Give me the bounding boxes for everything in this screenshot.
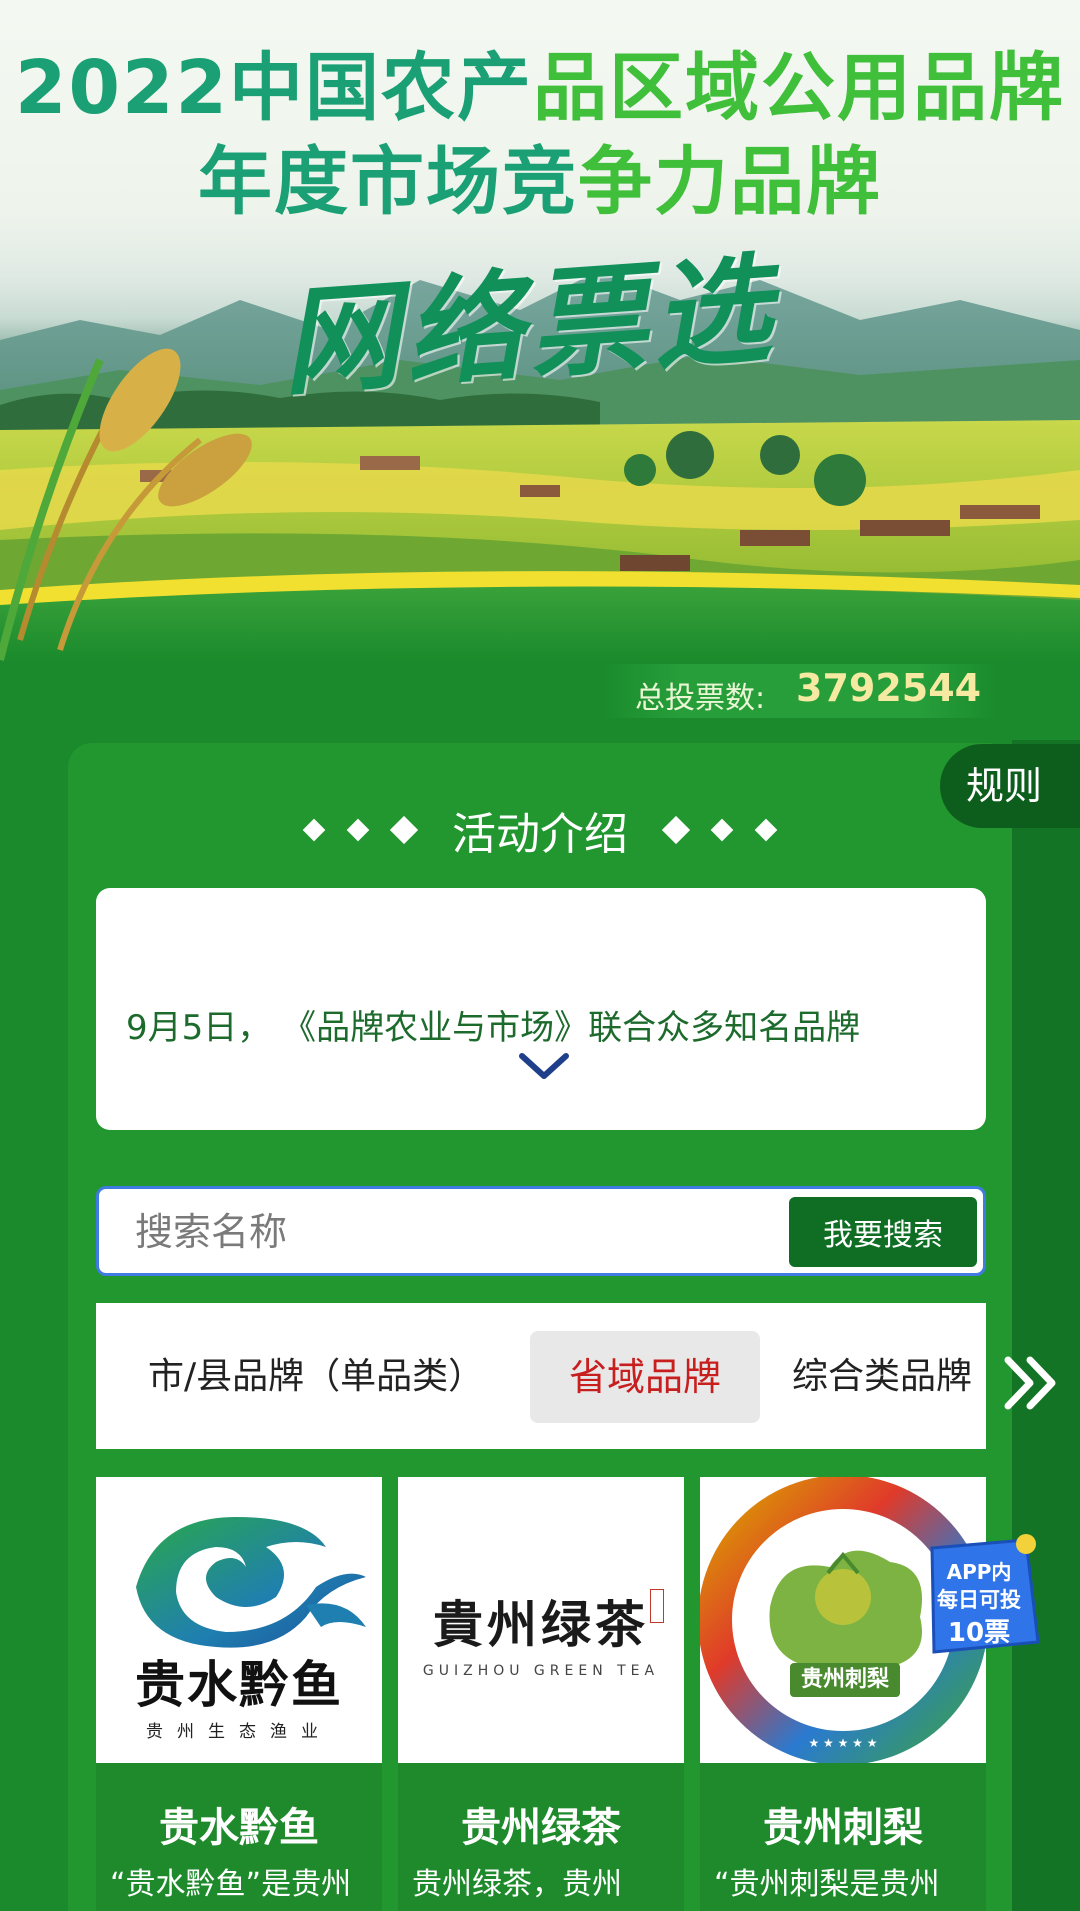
total-votes-label: 总投票数: (635, 681, 766, 716)
intro-heading-text: 活动介绍 (452, 809, 628, 860)
search-bar: 我要搜索 (96, 1186, 986, 1276)
diamond-icon (710, 818, 734, 842)
brand-name: 贵州绿茶 (461, 1805, 621, 1851)
badge-line2: 每日可投 (937, 1588, 1021, 1612)
seal-icon (650, 1589, 664, 1623)
diamond-icon (346, 818, 370, 842)
brand-card[interactable]: 贵水黔鱼 贵州生态渔业 贵水黔鱼 “贵水黔鱼”是贵州 (96, 1477, 382, 1911)
brand-description: “贵州刺梨是贵州 (714, 1867, 940, 1902)
double-chevron-right-icon[interactable] (1000, 1350, 1066, 1416)
diamond-icon (389, 815, 419, 845)
chevron-down-icon[interactable] (516, 1048, 572, 1084)
brand-card[interactable]: 貴州绿茶 GUIZHOU GREEN TEA 贵州绿茶 贵州绿茶，贵州 (398, 1477, 684, 1911)
intro-card: 9月5日， 《品牌农业与市场》联合众多知名品牌 (96, 888, 986, 1130)
banner-title-line2: 年度市场竞争力品牌 (198, 139, 882, 225)
logo-text: 贵水黔鱼 (135, 1656, 343, 1714)
logo-text: 貴州绿茶 (433, 1595, 649, 1654)
svg-text:★ ★ ★ ★ ★: ★ ★ ★ ★ ★ (808, 1736, 877, 1750)
app-vote-badge[interactable]: APP内 每日可投 10票 (914, 1530, 1044, 1660)
brand-logo-guizhou-green-tea: 貴州绿茶 GUIZHOU GREEN TEA (398, 1477, 684, 1763)
brand-description: “贵水黔鱼”是贵州 (110, 1867, 352, 1902)
banner-title-line1: 2022中国农产品区域公用品牌 (15, 45, 1065, 131)
brand-description: 贵州绿茶，贵州 (412, 1867, 622, 1902)
search-input[interactable] (135, 1207, 675, 1257)
banner: 2022中国农产品区域公用品牌 年度市场竞争力品牌 网络票选 (0, 0, 1080, 662)
brand-name: 贵水黔鱼 (159, 1805, 319, 1851)
diamond-icon (754, 818, 778, 842)
category-tabs: 市/县品牌（单品类） 省域品牌 综合类品牌 (96, 1303, 986, 1449)
badge-line1: APP内 (946, 1560, 1012, 1584)
brand-name: 贵州刺梨 (763, 1805, 923, 1851)
intro-text: 9月5日， 《品牌农业与市场》联合众多知名品牌 (126, 1008, 861, 1048)
diamond-icon (302, 818, 326, 842)
logo-text: 贵州刺梨 (790, 1663, 900, 1697)
logo-subtext: GUIZHOU GREEN TEA (422, 1663, 660, 1679)
tab-provincial-brand[interactable]: 省域品牌 (530, 1331, 760, 1423)
diamond-icon (661, 815, 691, 845)
total-votes-value: 3792544 (796, 666, 982, 710)
badge-line3: 10票 (947, 1618, 1011, 1648)
logo-subtext: 贵州生态渔业 (146, 1722, 332, 1742)
brand-logo-guishui-qianyu: 贵水黔鱼 贵州生态渔业 (96, 1477, 382, 1763)
tab-comprehensive-brand[interactable]: 综合类品牌 (792, 1331, 972, 1423)
banner-script-title: 网络票选 (276, 238, 781, 413)
search-button[interactable]: 我要搜索 (789, 1197, 977, 1267)
right-edge-strip (1012, 740, 1080, 1911)
tab-city-county-brand[interactable]: 市/县品牌（单品类） (148, 1331, 484, 1423)
intro-heading: 活动介绍 (68, 798, 1012, 868)
